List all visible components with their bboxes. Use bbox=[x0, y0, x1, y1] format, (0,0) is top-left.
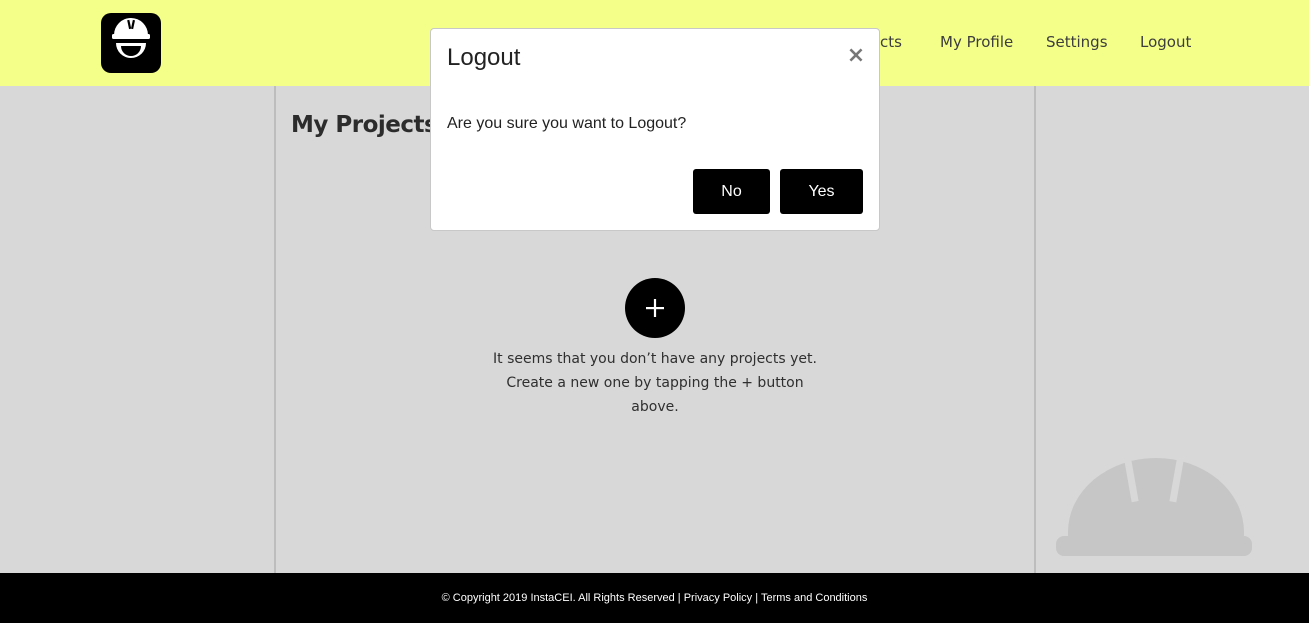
nav-my-projects[interactable]: cts bbox=[880, 32, 902, 52]
app-logo[interactable] bbox=[101, 13, 161, 73]
footer: © Copyright 2019 InstaCEI. All Rights Re… bbox=[0, 573, 1309, 623]
no-button[interactable]: No bbox=[693, 169, 770, 214]
nav-logout[interactable]: Logout bbox=[1140, 32, 1191, 52]
hardhat-icon bbox=[1056, 458, 1252, 556]
yes-button[interactable]: Yes bbox=[780, 169, 863, 214]
footer-separator: | bbox=[752, 592, 761, 604]
privacy-policy-link[interactable]: Privacy Policy bbox=[684, 592, 752, 604]
nav-settings[interactable]: Settings bbox=[1046, 32, 1108, 52]
logout-modal: Logout × Are you sure you want to Logout… bbox=[430, 28, 880, 231]
terms-link[interactable]: Terms and Conditions bbox=[761, 592, 867, 604]
page-title: My Projects bbox=[291, 112, 438, 138]
footer-copyright: © Copyright 2019 InstaCEI. All Rights Re… bbox=[441, 592, 675, 604]
modal-title: Logout bbox=[447, 44, 521, 71]
hardhat-smile-icon bbox=[112, 18, 150, 58]
empty-projects-message: It seems that you don’t have any project… bbox=[493, 351, 817, 415]
plus-icon bbox=[646, 299, 664, 317]
footer-separator: | bbox=[674, 592, 684, 604]
nav-my-profile[interactable]: My Profile bbox=[940, 32, 1013, 52]
close-icon[interactable]: × bbox=[845, 43, 867, 69]
add-project-button[interactable] bbox=[625, 278, 685, 338]
modal-message: Are you sure you want to Logout? bbox=[447, 115, 687, 132]
